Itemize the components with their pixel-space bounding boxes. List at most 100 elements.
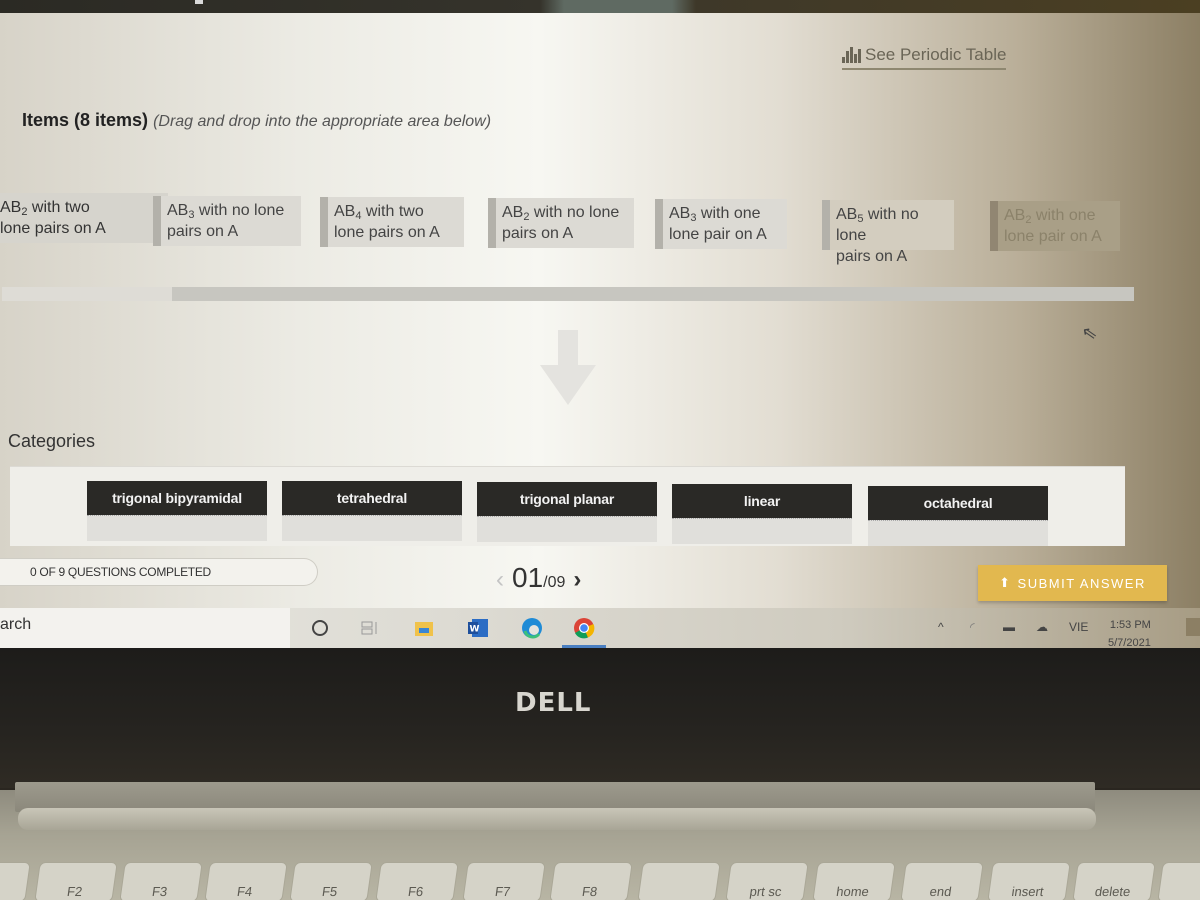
notifications-icon[interactable] bbox=[1186, 618, 1200, 636]
category-drop-zone[interactable] bbox=[87, 515, 267, 541]
wifi-icon[interactable]: ◜ bbox=[970, 620, 975, 634]
task-view-icon[interactable] bbox=[358, 616, 382, 640]
keyboard-function-row: F1 F2 F3 F4 F5 F6 F7 F8 prt sc home end … bbox=[0, 862, 1200, 900]
category-octahedral: octahedral bbox=[868, 486, 1048, 546]
draggable-item[interactable]: AB4 with two lone pairs on A bbox=[320, 197, 464, 247]
key-f4-play-pause[interactable]: F4 bbox=[204, 862, 288, 900]
total-questions: /09 bbox=[543, 574, 566, 591]
current-question-number: 01 bbox=[512, 562, 544, 593]
draggable-item[interactable]: AB2 with no lone pairs on A bbox=[488, 198, 634, 248]
draggable-item[interactable]: AB2 with one lone pair on A bbox=[990, 201, 1120, 251]
periodic-table-icon bbox=[842, 47, 861, 63]
key-f5-keyboard-light[interactable]: F5 bbox=[289, 862, 373, 900]
category-header: linear bbox=[672, 484, 852, 518]
key-delete[interactable]: delete bbox=[1072, 862, 1156, 900]
category-drop-zone[interactable] bbox=[672, 518, 852, 544]
periodic-table-label: See Periodic Table bbox=[865, 45, 1007, 64]
item-text-line2: lone pair on A bbox=[669, 226, 767, 243]
mouse-cursor-icon: ⇖ bbox=[1080, 321, 1099, 345]
item-text: with two bbox=[27, 199, 90, 216]
item-formula: AB bbox=[669, 205, 691, 222]
item-text: with no lone bbox=[529, 204, 620, 221]
draggable-item[interactable]: AB5 with no lone pairs on A bbox=[822, 200, 954, 265]
laptop-hinge-bar bbox=[18, 808, 1096, 830]
taskbar-search[interactable]: arch bbox=[0, 608, 290, 648]
tab-handle[interactable] bbox=[195, 0, 203, 4]
key-f8-display[interactable]: F8 bbox=[549, 862, 633, 900]
item-text-line2: lone pairs on A bbox=[334, 224, 440, 241]
taskbar-clock[interactable]: 1:53 PM 5/7/2021 bbox=[1108, 616, 1151, 648]
see-periodic-table-link[interactable]: See Periodic Table bbox=[842, 45, 1007, 70]
category-tetrahedral: tetrahedral bbox=[282, 481, 462, 541]
key-end[interactable]: end bbox=[900, 862, 984, 900]
draggable-item[interactable]: AB3 with no lone pairs on A bbox=[153, 196, 301, 246]
category-drop-zone[interactable] bbox=[477, 516, 657, 542]
item-text-line2: pairs on A bbox=[167, 223, 239, 240]
items-heading: Items (8 items) (Drag and drop into the … bbox=[22, 110, 491, 131]
key-blank[interactable] bbox=[637, 862, 721, 900]
categories-label: Categories bbox=[8, 431, 96, 451]
cortana-icon[interactable] bbox=[308, 616, 332, 640]
key-home[interactable]: home bbox=[812, 862, 896, 900]
category-header: tetrahedral bbox=[282, 481, 462, 515]
items-hint: (Drag and drop into the appropriate area… bbox=[153, 113, 492, 130]
laptop-bezel bbox=[0, 648, 1200, 788]
submit-label: SUBMIT ANSWER bbox=[1017, 575, 1146, 591]
category-drop-zone[interactable] bbox=[282, 515, 462, 541]
item-formula: AB bbox=[334, 203, 356, 220]
category-header: trigonal planar bbox=[477, 482, 657, 516]
dell-logo: DELL bbox=[515, 688, 592, 718]
item-text-line2: pairs on A bbox=[836, 248, 908, 265]
item-text-line2: lone pair on A bbox=[1004, 228, 1102, 245]
clock-date: 5/7/2021 bbox=[1108, 637, 1151, 648]
upload-icon: ⬆ bbox=[999, 575, 1012, 590]
draggable-item[interactable]: AB3 with one lone pair on A bbox=[655, 199, 787, 249]
item-formula: AB bbox=[502, 204, 524, 221]
key-f3-volume-up[interactable]: F3 bbox=[119, 862, 203, 900]
items-title: Items (8 items) bbox=[22, 110, 149, 130]
word-icon[interactable]: W bbox=[466, 616, 490, 640]
onedrive-icon[interactable]: ☁ bbox=[1036, 620, 1048, 634]
svg-text:W: W bbox=[470, 625, 480, 635]
item-text: with two bbox=[361, 203, 424, 220]
item-text: with one bbox=[696, 205, 761, 222]
item-text: with one bbox=[1031, 207, 1096, 224]
next-question-button[interactable]: › bbox=[573, 566, 581, 594]
show-hidden-icons-button[interactable]: ^ bbox=[938, 620, 944, 634]
category-drop-zone[interactable] bbox=[868, 520, 1048, 546]
category-trigonal-bipyramidal: trigonal bipyramidal bbox=[87, 481, 267, 541]
item-text: with no lone bbox=[194, 202, 285, 219]
item-formula: AB bbox=[1004, 207, 1026, 224]
items-scroll-thumb[interactable] bbox=[2, 287, 172, 301]
questions-progress: 0 OF 9 QUESTIONS COMPLETED bbox=[0, 558, 318, 586]
key-f1[interactable]: F1 bbox=[0, 862, 31, 900]
edge-icon[interactable] bbox=[520, 616, 544, 640]
item-text-line2: lone pairs on A bbox=[0, 220, 106, 237]
items-scroll-track[interactable] bbox=[2, 287, 1134, 301]
key-f7-brightness-up[interactable]: F7 bbox=[462, 862, 546, 900]
browser-top-strip bbox=[0, 0, 1200, 13]
category-header: octahedral bbox=[868, 486, 1048, 520]
category-trigonal-planar: trigonal planar bbox=[477, 482, 657, 542]
key-f6-brightness-down[interactable]: F6 bbox=[375, 862, 459, 900]
key-f2-volume-down[interactable]: F2 bbox=[34, 862, 118, 900]
item-formula: AB bbox=[0, 199, 22, 216]
key-print-screen[interactable]: prt sc bbox=[725, 862, 809, 900]
windows-taskbar: arch W ^ ◜ ▬ ☁ VIE 1:53 PM 5/7/2021 bbox=[0, 608, 1200, 648]
category-linear: linear bbox=[672, 484, 852, 544]
items-pool: AB2 with two lone pairs on A AB3 with no… bbox=[0, 193, 1200, 265]
down-arrow-icon bbox=[540, 330, 596, 405]
draggable-item[interactable]: AB2 with two lone pairs on A bbox=[0, 193, 168, 243]
item-formula: AB bbox=[167, 202, 189, 219]
submit-answer-button[interactable]: ⬆ SUBMIT ANSWER bbox=[978, 565, 1167, 601]
battery-icon[interactable]: ▬ bbox=[1003, 620, 1015, 634]
key-extra[interactable] bbox=[1157, 862, 1200, 900]
language-indicator[interactable]: VIE bbox=[1069, 620, 1088, 634]
question-pager: ‹ 01/09 › bbox=[496, 562, 581, 594]
file-explorer-icon[interactable] bbox=[412, 616, 436, 640]
chrome-icon[interactable] bbox=[572, 616, 596, 640]
item-text-line2: pairs on A bbox=[502, 225, 574, 242]
item-formula: AB bbox=[836, 206, 858, 223]
key-insert[interactable]: insert bbox=[987, 862, 1071, 900]
prev-question-button[interactable]: ‹ bbox=[496, 566, 504, 594]
